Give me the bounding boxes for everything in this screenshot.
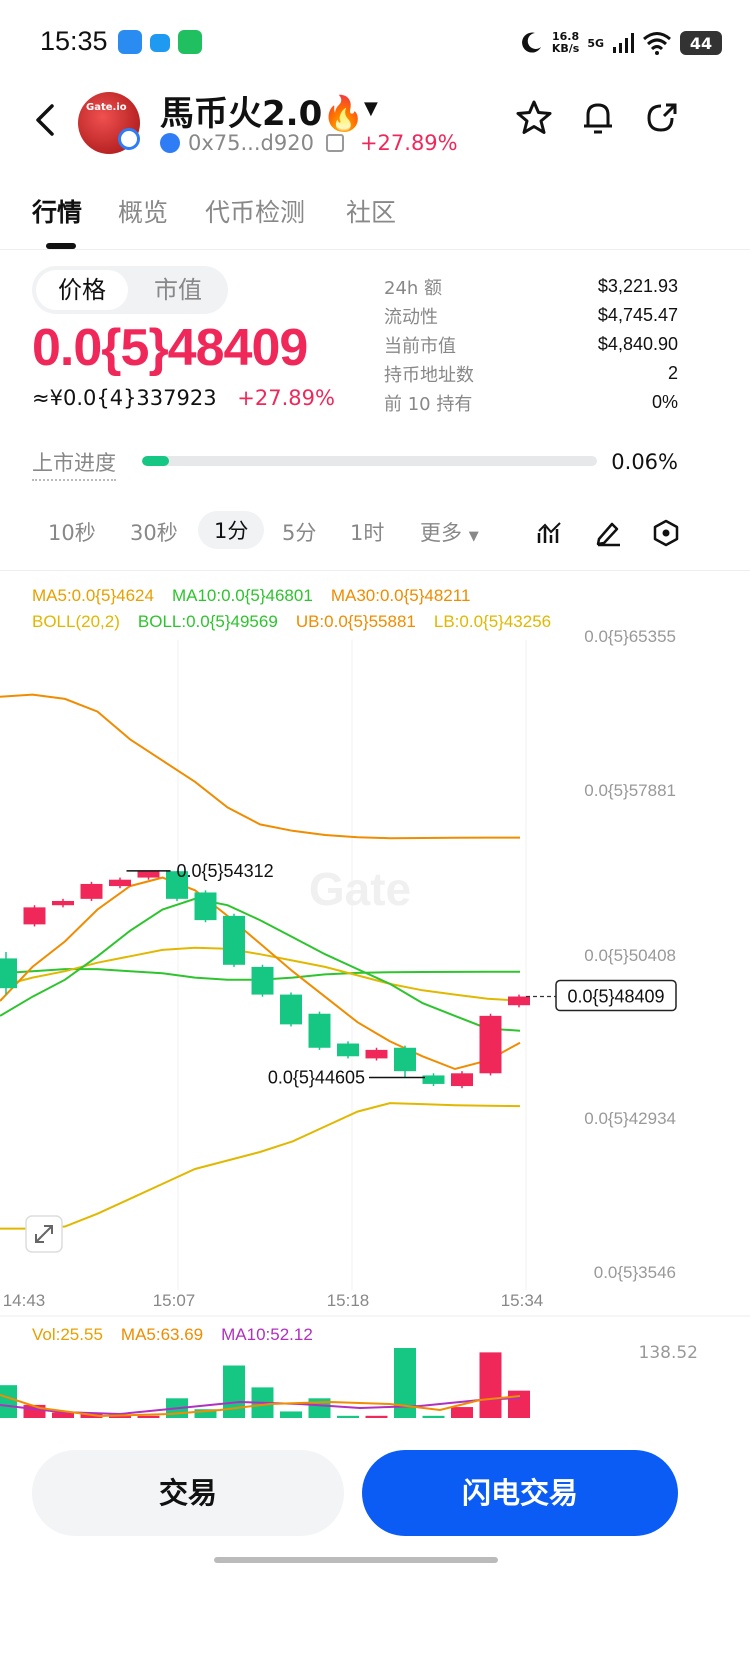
volume-legend: Vol:25.55 MA5:63.69 MA10:52.12 <box>32 1325 331 1345</box>
candle-body <box>137 871 160 878</box>
volume-bar <box>422 1415 445 1418</box>
candle-body <box>0 958 17 989</box>
candle-body <box>479 1015 502 1074</box>
candle-body <box>451 1073 473 1087</box>
candle-body <box>365 1049 388 1059</box>
home-indicator <box>214 1557 498 1563</box>
x-tick-label: 15:07 <box>153 1291 196 1310</box>
gate-watermark: Gate <box>309 863 411 915</box>
y-tick-label: 0.0{5}50408 <box>584 946 676 965</box>
candle-body <box>80 883 103 899</box>
x-tick-label: 14:43 <box>3 1291 46 1310</box>
bottom-action-bar: 交易 闪电交易 <box>0 1420 750 1662</box>
candle-body <box>109 879 131 887</box>
low-price-label: 0.0{5}44605 <box>268 1067 365 1087</box>
legend-vol-ma10: MA10:52.12 <box>221 1325 313 1344</box>
x-tick-label: 15:34 <box>501 1291 544 1310</box>
candle-body <box>280 994 302 1025</box>
candle-body <box>223 915 245 965</box>
y-tick-label: 0.0{5}3546 <box>594 1263 676 1282</box>
legend-vol-ma5: MA5:63.69 <box>120 1325 204 1344</box>
flash-trade-button[interactable]: 闪电交易 <box>362 1450 678 1536</box>
volume-bar <box>451 1407 473 1418</box>
candle-body <box>251 966 274 995</box>
candle-body <box>52 900 74 906</box>
last-price-label: 0.0{5}48409 <box>567 987 664 1007</box>
volume-bar <box>0 1385 17 1418</box>
boll-upper-line <box>0 693 520 840</box>
trade-button[interactable]: 交易 <box>32 1450 344 1536</box>
volume-max-label: 138.52 <box>638 1343 698 1363</box>
boll-lower-line <box>0 1102 521 1230</box>
volume-bar <box>280 1411 302 1418</box>
legend-vol: Vol:25.55 <box>32 1325 103 1344</box>
ma10-line <box>0 897 521 1032</box>
candle-body <box>194 892 217 921</box>
volume-bar <box>337 1415 359 1418</box>
volume-bar <box>508 1390 530 1418</box>
candle-body <box>23 907 46 925</box>
x-tick-label: 15:18 <box>327 1291 370 1310</box>
volume-bar <box>365 1415 388 1418</box>
chart-canvas: Gate 0.0{5}65355 0.0{5}57881 0.0{5}50408 0.0… <box>0 627 750 1418</box>
volume-bar <box>137 1415 160 1418</box>
candle-body <box>422 1075 445 1084</box>
y-tick-label: 0.0{5}42934 <box>584 1109 676 1128</box>
candle-body <box>394 1047 416 1072</box>
y-tick-label: 0.0{5}57881 <box>584 781 676 800</box>
y-tick-label: 0.0{5}65355 <box>584 627 676 646</box>
candle-body <box>508 996 530 1006</box>
high-price-label: 0.0{5}54312 <box>177 861 274 881</box>
candle-body <box>308 1013 331 1048</box>
volume-bar <box>479 1352 502 1418</box>
candle-body <box>337 1043 359 1057</box>
